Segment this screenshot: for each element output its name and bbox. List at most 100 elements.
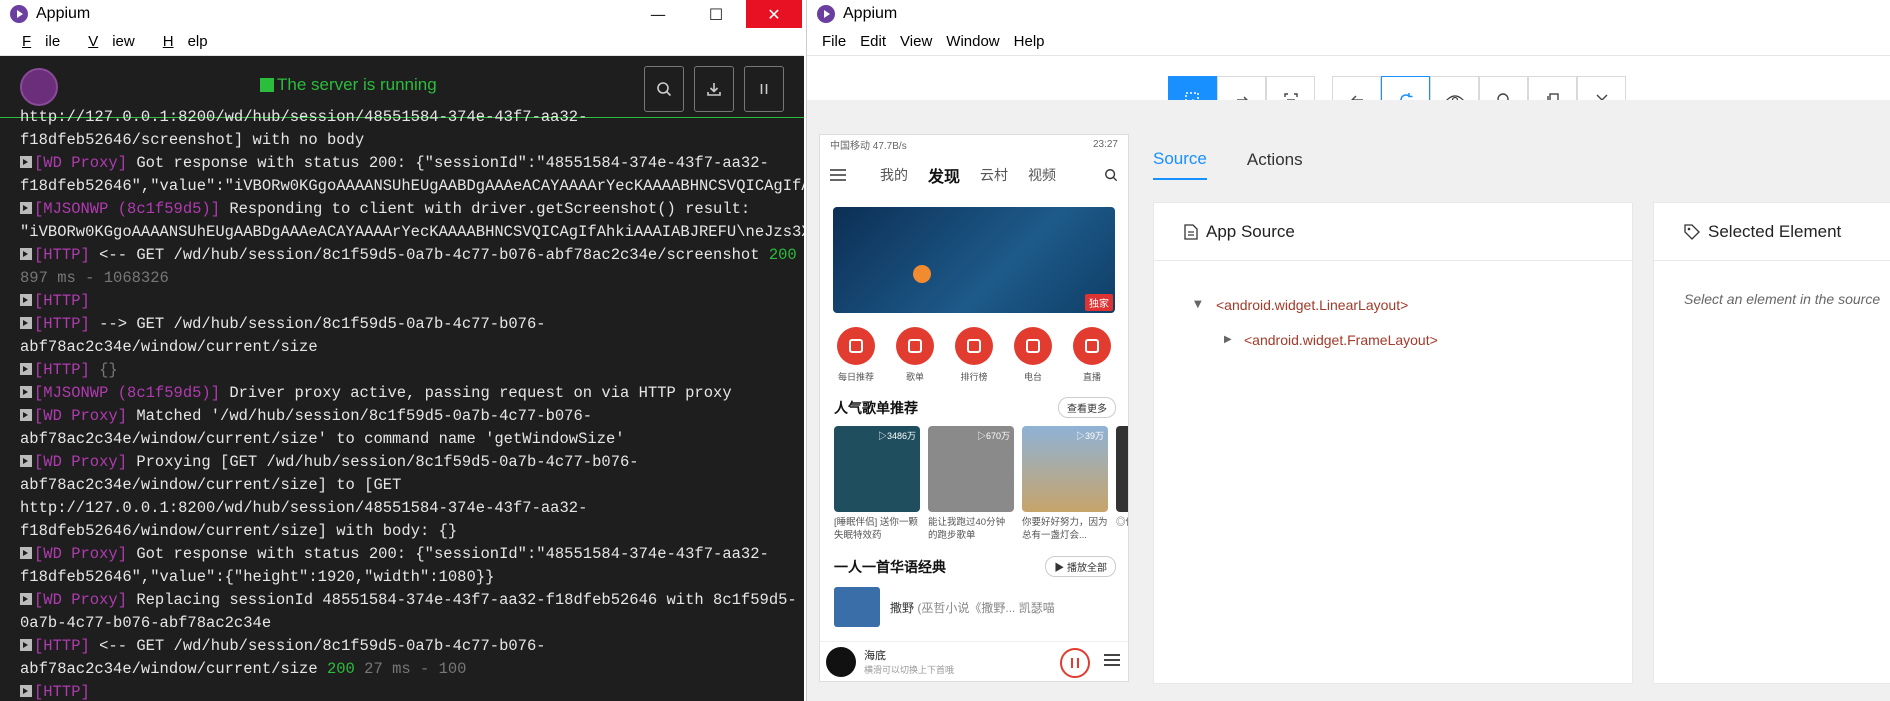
log-text: abf78ac2c34e/window/current/size xyxy=(20,338,318,356)
log-line: [HTTP] {} xyxy=(20,359,794,382)
promo-banner[interactable]: 独家 xyxy=(833,207,1115,313)
entry-live[interactable]: 直播 xyxy=(1064,327,1120,383)
log-text: f18dfeb52646","value":{"height":1920,"wi… xyxy=(20,568,495,586)
log-tag: [MJSONWP (8c1f59d5)] xyxy=(34,200,221,218)
search-icon[interactable] xyxy=(1104,168,1118,182)
log-tag: [HTTP] xyxy=(34,683,90,701)
song-title: 撒野 xyxy=(890,600,915,615)
tree-node-linearlayout[interactable]: ▼ <android.widget.LinearLayout> xyxy=(1194,287,1632,322)
app-tab-video[interactable]: 视频 xyxy=(1028,165,1056,185)
minimize-button[interactable]: — xyxy=(630,0,686,28)
tab-actions[interactable]: Actions xyxy=(1247,140,1303,180)
log-line: [HTTP] --> GET /wd/hub/session/8c1f59d5-… xyxy=(20,313,794,336)
playlist-card[interactable]: ▷3486万 [睡眠伴侣] 送你一颗失眠特效药 xyxy=(834,426,920,542)
menu-view[interactable]: View xyxy=(900,33,932,50)
menu-file[interactable]: File xyxy=(822,33,846,50)
log-marker-icon xyxy=(20,409,32,421)
log-text: abf78ac2c34e/window/current/size xyxy=(20,660,327,678)
menu-help[interactable]: Help xyxy=(1014,33,1045,50)
log-marker-icon xyxy=(20,639,32,651)
close-button[interactable]: ✕ xyxy=(746,0,802,28)
cover-image: ▷39万 xyxy=(1022,426,1108,512)
playlist-icon[interactable] xyxy=(1104,654,1120,666)
cover-image xyxy=(1116,426,1128,512)
log-marker-icon xyxy=(20,455,32,467)
log-ok: 200 xyxy=(326,660,355,678)
menu-file[interactable]: File xyxy=(15,33,67,50)
play-all-button[interactable]: ▶ 播放全部 xyxy=(1045,556,1116,577)
section-classics: 一人一首华语经典 ▶ 播放全部 xyxy=(820,542,1128,577)
log-dim: {} xyxy=(89,361,118,379)
selection-hint: Select an element in the source xyxy=(1684,291,1881,307)
playlist-card[interactable]: ▷670万 能让我跑过40分钟的跑步歌单 xyxy=(928,426,1014,542)
log-marker-icon xyxy=(20,202,32,214)
appium-logo-icon xyxy=(20,68,58,106)
log-text: Responding to client with driver.getScre… xyxy=(220,200,751,218)
app-tab-mine[interactable]: 我的 xyxy=(880,165,908,185)
playlist-card[interactable]: ◎伤我3 xyxy=(1116,426,1128,542)
entry-playlist[interactable]: 歌单 xyxy=(887,327,943,383)
log-tag: [WD Proxy] xyxy=(34,591,128,609)
menu-window[interactable]: Window xyxy=(946,33,999,50)
entry-charts[interactable]: 排行榜 xyxy=(946,327,1002,383)
see-more-button[interactable]: 查看更多 xyxy=(1058,397,1116,418)
entry-daily[interactable]: 每日推荐 xyxy=(828,327,884,383)
player-title: 海底 xyxy=(864,650,886,662)
player-subtitle: 横滑可以切换上下首哦 xyxy=(864,665,955,675)
cover-image: ▷3486万 xyxy=(834,426,920,512)
log-line: f18dfeb52646","value":{"height":1920,"wi… xyxy=(20,566,794,589)
section-title: 一人一首华语经典 xyxy=(834,558,946,575)
app-tab-discover[interactable]: 发现 xyxy=(928,163,960,187)
appium-logo-icon xyxy=(10,5,28,23)
tab-source[interactable]: Source xyxy=(1153,140,1207,180)
exclusive-badge: 独家 xyxy=(1085,294,1113,311)
app-tab-cloud[interactable]: 云村 xyxy=(980,165,1008,185)
mini-player[interactable]: 海底 横滑可以切换上下首哦 xyxy=(820,641,1128,681)
log-marker-icon xyxy=(20,386,32,398)
menu-edit[interactable]: Edit xyxy=(860,33,886,50)
log-marker-icon xyxy=(20,294,32,306)
chart-icon xyxy=(955,327,993,365)
window-title: Appium xyxy=(843,5,898,22)
server-status-text: The server is running xyxy=(277,75,437,94)
pause-icon[interactable] xyxy=(1060,648,1090,678)
caret-right-icon[interactable]: ▶ xyxy=(1224,334,1240,345)
server-log: http://127.0.0.1:8200/wd/hub/session/485… xyxy=(0,106,804,701)
playlist-covers: ▷3486万 [睡眠伴侣] 送你一颗失眠特效药 ▷670万 能让我跑过40分钟的跑步… xyxy=(820,418,1128,542)
playlist-card[interactable]: ▷39万 你要好好努力，因为总有一盏灯会... xyxy=(1022,426,1108,542)
log-tag: [HTTP] xyxy=(34,246,90,264)
quick-entries: 每日推荐 歌单 排行榜 电台 直播 xyxy=(820,313,1128,383)
log-text: 0a7b-4c77-b076-abf78ac2c34e xyxy=(20,614,272,632)
caret-down-icon[interactable]: ▼ xyxy=(1194,299,1210,310)
panel-header: App Source xyxy=(1154,203,1632,261)
device-screenshot[interactable]: 中国移动 47.7B/s 23:27 我的 发现 云村 视频 独家 每日推荐 歌… xyxy=(819,134,1129,682)
tree-node-framelayout[interactable]: ▶ <android.widget.FrameLayout> xyxy=(1194,322,1632,357)
titlebar: Appium — ☐ ✕ xyxy=(0,0,804,28)
section-popular: 人气歌单推荐 查看更多 xyxy=(820,383,1128,418)
log-tag: [HTTP] xyxy=(34,292,90,310)
log-text: <-- GET /wd/hub/session/8c1f59d5-0a7b-4c… xyxy=(89,246,769,264)
log-marker-icon xyxy=(20,248,32,260)
entry-radio[interactable]: 电台 xyxy=(1005,327,1061,383)
log-line: abf78ac2c34e/window/current/size 200 27 … xyxy=(20,658,794,681)
log-text: Got response with status 200: {"sessionI… xyxy=(127,154,769,172)
menubar: File Edit View Window Help xyxy=(807,28,1890,56)
log-tag: [MJSONWP (8c1f59d5)] xyxy=(34,384,221,402)
maximize-button[interactable]: ☐ xyxy=(688,0,744,28)
log-text: --> GET /wd/hub/session/8c1f59d5-0a7b-4c… xyxy=(89,315,546,333)
log-ok: 200 xyxy=(768,246,797,264)
log-tag: [HTTP] xyxy=(34,315,90,333)
song-row[interactable]: 撒野 (巫哲小说《撒野... 凯瑟喵 xyxy=(820,577,1128,627)
menu-icon[interactable] xyxy=(830,168,846,182)
radio-icon xyxy=(1014,327,1052,365)
log-line: [HTTP] <-- GET /wd/hub/session/8c1f59d5-… xyxy=(20,244,797,267)
menu-help[interactable]: Help xyxy=(156,33,215,50)
file-icon xyxy=(1184,223,1198,240)
log-line: [MJSONWP (8c1f59d5)] Driver proxy active… xyxy=(20,382,794,405)
log-line: 897 ms - 1068326 xyxy=(20,267,794,290)
log-text: abf78ac2c34e/window/current/size] to [GE… xyxy=(20,476,402,494)
log-line: f18dfeb52646","value":"iVBORw0KGgoAAAANS… xyxy=(20,175,804,198)
log-marker-icon xyxy=(20,593,32,605)
menu-view[interactable]: View xyxy=(81,33,142,50)
banner-play-icon xyxy=(913,265,931,283)
